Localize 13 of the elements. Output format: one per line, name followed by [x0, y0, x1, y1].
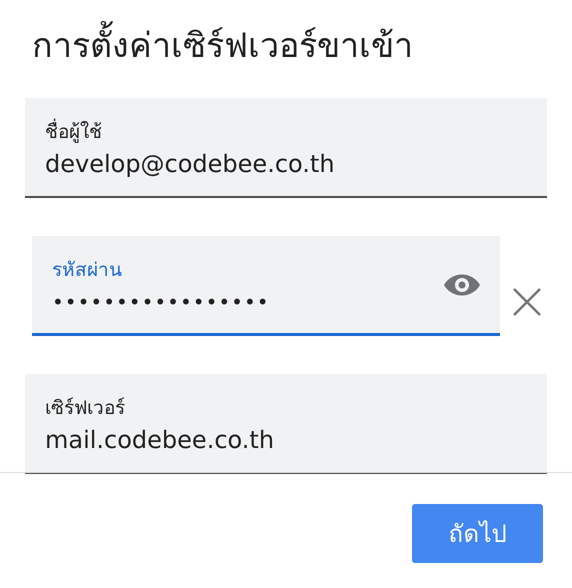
input-field[interactable]: รหัสผ่าน •••••••••••••••••: [32, 236, 500, 336]
field-label: รหัสผ่าน: [52, 258, 123, 282]
input-field[interactable]: ชื่อผู้ใช้ develop@codebee.co.th: [25, 98, 547, 198]
field-value: •••••••••••••••••: [52, 288, 271, 316]
field-value: develop@codebee.co.th: [45, 149, 336, 180]
next-button[interactable]: ถัดไป: [412, 504, 543, 563]
field-value: mail.codebee.co.th: [45, 425, 276, 456]
field-label: ชื่อผู้ใช้: [45, 118, 527, 146]
eye-icon[interactable]: [444, 274, 480, 296]
field-label: เซิร์ฟเวอร์: [45, 396, 126, 421]
page-title: การตั้งค่าเซิร์ฟเวอร์ขาเข้า: [0, 0, 572, 98]
close-icon[interactable]: [513, 288, 541, 316]
input-field[interactable]: เซิร์ฟเวอร์ mail.codebee.co.th: [25, 374, 547, 474]
